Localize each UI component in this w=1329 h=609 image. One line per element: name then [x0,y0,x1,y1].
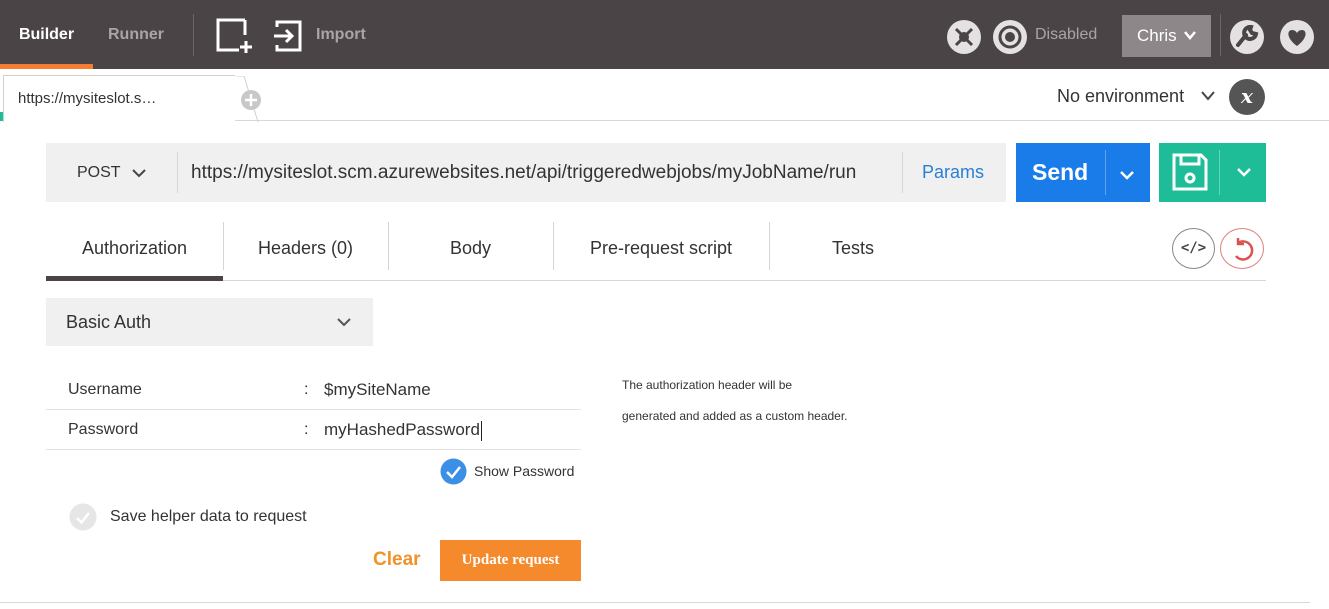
chevron-down-icon[interactable] [1119,170,1135,180]
environment-quick-look-icon[interactable]: x [1229,79,1265,115]
send-button[interactable]: Send [1016,143,1150,202]
import-button[interactable]: Import [316,0,366,69]
divider [0,602,1310,603]
user-menu-button[interactable]: Chris [1122,15,1211,57]
tab-headers[interactable]: Headers (0) [223,222,388,278]
chevron-down-icon [132,169,146,178]
request-tab[interactable]: https://mysiteslot.s… [3,75,259,123]
settings-icon[interactable] [1229,19,1265,55]
interceptor-icon[interactable] [946,19,982,55]
password-row: Password : myHashedPassword [46,410,581,450]
auth-type-label: Basic Auth [66,312,152,332]
save-button[interactable] [1159,143,1266,202]
topbar-divider [1220,14,1221,56]
tab-authorization[interactable]: Authorization [46,222,223,278]
url-separator [177,152,178,193]
password-label: Password [68,421,139,438]
request-subtabs: Authorization Headers (0) Body Pre-reque… [46,222,1266,281]
password-field[interactable]: myHashedPassword [324,410,482,450]
add-tab-icon[interactable] [240,89,262,111]
url-separator [902,152,903,193]
undo-icon [1235,238,1254,261]
send-separator [1105,150,1106,195]
heart-icon[interactable] [1279,19,1315,55]
username-row: Username : $mySiteName [46,370,581,410]
request-tab-label: https://mysiteslot.s… [18,90,157,107]
send-label: Send [1032,159,1089,185]
save-helper-label[interactable]: Save helper data to request [110,508,307,526]
save-helper-checkbox[interactable] [69,503,97,531]
chevron-down-icon[interactable] [1236,167,1252,177]
tab-body[interactable]: Body [388,222,553,278]
generate-code-icon[interactable]: </> [1172,228,1215,269]
new-window-icon[interactable] [215,18,259,54]
chevron-down-icon[interactable] [1201,91,1215,101]
show-password-label[interactable]: Show Password [474,463,574,479]
auth-help-line-1: The authorization header will be [622,378,793,392]
topbar-divider [193,14,194,56]
save-separator [1219,150,1220,195]
builder-tab[interactable]: Builder [0,0,93,69]
tab-prerequest-script[interactable]: Pre-request script [553,222,769,278]
username-field[interactable]: $mySiteName [324,370,431,410]
password-value: myHashedPassword [324,420,480,439]
show-password-checkbox[interactable] [440,458,467,485]
tab-tests[interactable]: Tests [769,222,937,278]
update-request-button[interactable]: Update request [440,540,581,581]
params-button[interactable]: Params [922,143,984,202]
chevron-down-icon [337,318,351,327]
username-label: Username [68,381,142,398]
top-bar: Builder Runner Import Disabled Chris [0,0,1329,69]
environment-select[interactable]: No environment [1057,86,1184,107]
save-icon [1172,153,1208,191]
chevron-down-icon [1184,31,1196,40]
auth-type-select[interactable]: Basic Auth [46,298,373,346]
import-icon[interactable] [273,19,305,53]
url-input[interactable]: https://mysiteslot.scm.azurewebsites.net… [191,143,856,202]
clear-button[interactable]: Clear [373,549,421,571]
field-colon: : [304,381,309,398]
runner-tab[interactable]: Runner [108,0,164,69]
auth-help-line-2: generated and added as a custom header. [622,409,848,423]
user-name: Chris [1137,26,1177,45]
field-colon: : [304,421,309,438]
reset-icon[interactable] [1220,228,1264,269]
method-select[interactable]: POST [46,143,177,202]
method-label: POST [77,164,121,181]
sync-status: Disabled [1035,26,1098,43]
active-tab-indicator [46,276,223,281]
url-bar: POST https://mysiteslot.scm.azurewebsite… [46,143,1006,202]
text-caret [480,420,482,441]
sync-icon[interactable] [992,19,1028,55]
